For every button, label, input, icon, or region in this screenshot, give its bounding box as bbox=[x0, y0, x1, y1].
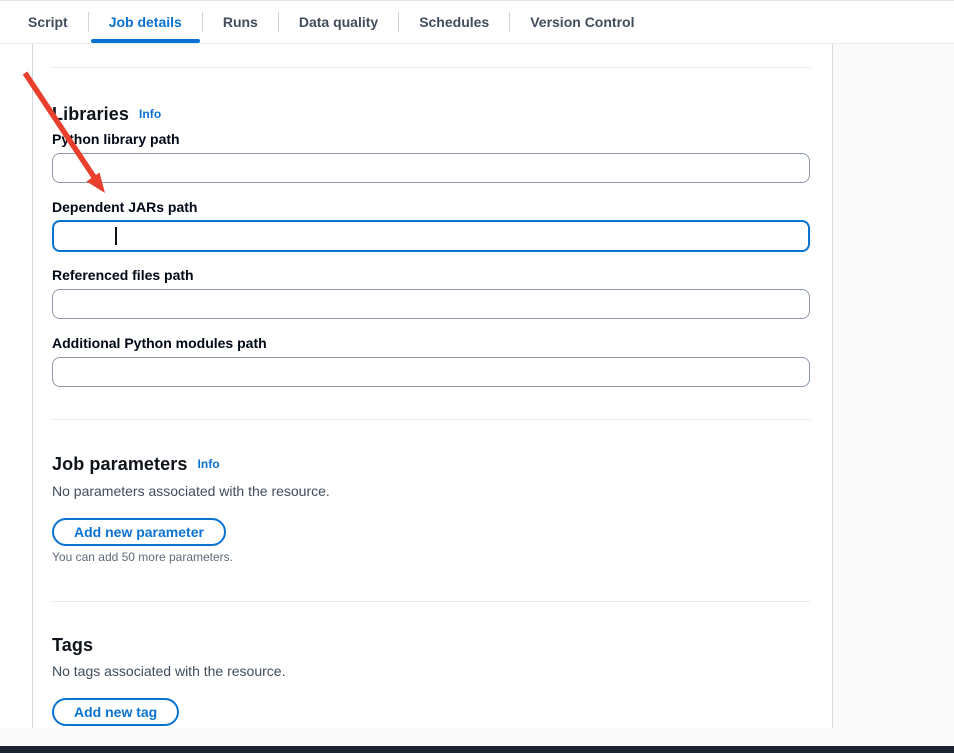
job-parameters-empty-message: No parameters associated with the resour… bbox=[52, 483, 330, 499]
tab-schedules[interactable]: Schedules bbox=[399, 1, 509, 43]
right-gutter bbox=[833, 44, 954, 728]
dependent-jars-path-input[interactable] bbox=[52, 220, 810, 252]
dependent-jars-path-label: Dependent JARs path bbox=[52, 199, 197, 215]
panel-right-border bbox=[832, 44, 833, 728]
bottom-strip bbox=[0, 728, 954, 746]
python-library-path-label: Python library path bbox=[52, 131, 180, 147]
tab-runs[interactable]: Runs bbox=[203, 1, 278, 43]
section-divider bbox=[52, 67, 810, 68]
tags-heading-text: Tags bbox=[52, 635, 93, 655]
glue-job-details-page: Script Job details Runs Data quality Sch… bbox=[0, 0, 954, 753]
add-new-parameter-button[interactable]: Add new parameter bbox=[52, 518, 226, 546]
parameters-limit-hint: You can add 50 more parameters. bbox=[52, 550, 233, 564]
job-tab-bar: Script Job details Runs Data quality Sch… bbox=[0, 1, 954, 44]
section-divider bbox=[52, 419, 810, 420]
python-library-path-input[interactable] bbox=[52, 153, 810, 183]
job-parameters-heading-text: Job parameters bbox=[52, 454, 187, 474]
additional-python-modules-path-input[interactable] bbox=[52, 357, 810, 387]
tab-data-quality[interactable]: Data quality bbox=[279, 1, 398, 43]
libraries-info-link[interactable]: Info bbox=[139, 107, 161, 121]
referenced-files-path-input[interactable] bbox=[52, 289, 810, 319]
libraries-heading-text: Libraries bbox=[52, 104, 129, 124]
tab-script[interactable]: Script bbox=[8, 1, 88, 43]
tags-empty-message: No tags associated with the resource. bbox=[52, 663, 285, 679]
panel-left-border bbox=[32, 44, 33, 728]
text-cursor bbox=[115, 227, 117, 245]
job-parameters-heading: Job parameters Info bbox=[52, 454, 220, 475]
additional-python-modules-path-label: Additional Python modules path bbox=[52, 335, 267, 351]
tab-job-details[interactable]: Job details bbox=[89, 1, 202, 43]
libraries-heading: Libraries Info bbox=[52, 104, 161, 125]
tab-version-control[interactable]: Version Control bbox=[510, 1, 654, 43]
tags-heading: Tags bbox=[52, 635, 93, 656]
window-bottom-bar bbox=[0, 746, 954, 753]
section-divider bbox=[52, 601, 810, 602]
referenced-files-path-label: Referenced files path bbox=[52, 267, 194, 283]
add-new-tag-button[interactable]: Add new tag bbox=[52, 698, 179, 726]
job-parameters-info-link[interactable]: Info bbox=[197, 457, 219, 471]
